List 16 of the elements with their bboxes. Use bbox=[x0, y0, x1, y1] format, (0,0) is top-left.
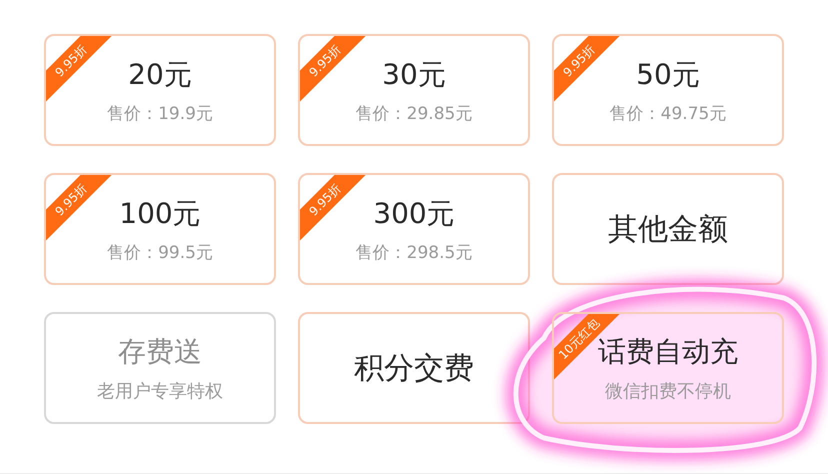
option-subtitle: 售价：99.5元 bbox=[107, 242, 213, 264]
option-subtitle: 售价：49.75元 bbox=[610, 102, 726, 124]
option-title: 100元 bbox=[119, 196, 201, 232]
option-title: 其他金额 bbox=[608, 210, 728, 248]
option-card[interactable]: 积分交费 bbox=[298, 312, 530, 424]
option-title: 存费送 bbox=[118, 334, 202, 370]
option-card[interactable]: 其他金额 bbox=[552, 173, 784, 285]
option-title: 50元 bbox=[636, 56, 700, 92]
option-subtitle: 售价：19.9元 bbox=[107, 102, 213, 124]
option-subtitle: 售价：298.5元 bbox=[356, 242, 472, 264]
option-subtitle: 老用户专享特权 bbox=[97, 380, 223, 403]
option-title: 300元 bbox=[373, 196, 455, 232]
option-title: 20元 bbox=[128, 56, 192, 92]
option-title: 30元 bbox=[382, 56, 446, 92]
option-title: 积分交费 bbox=[354, 350, 474, 388]
option-subtitle: 售价：29.85元 bbox=[356, 102, 472, 124]
